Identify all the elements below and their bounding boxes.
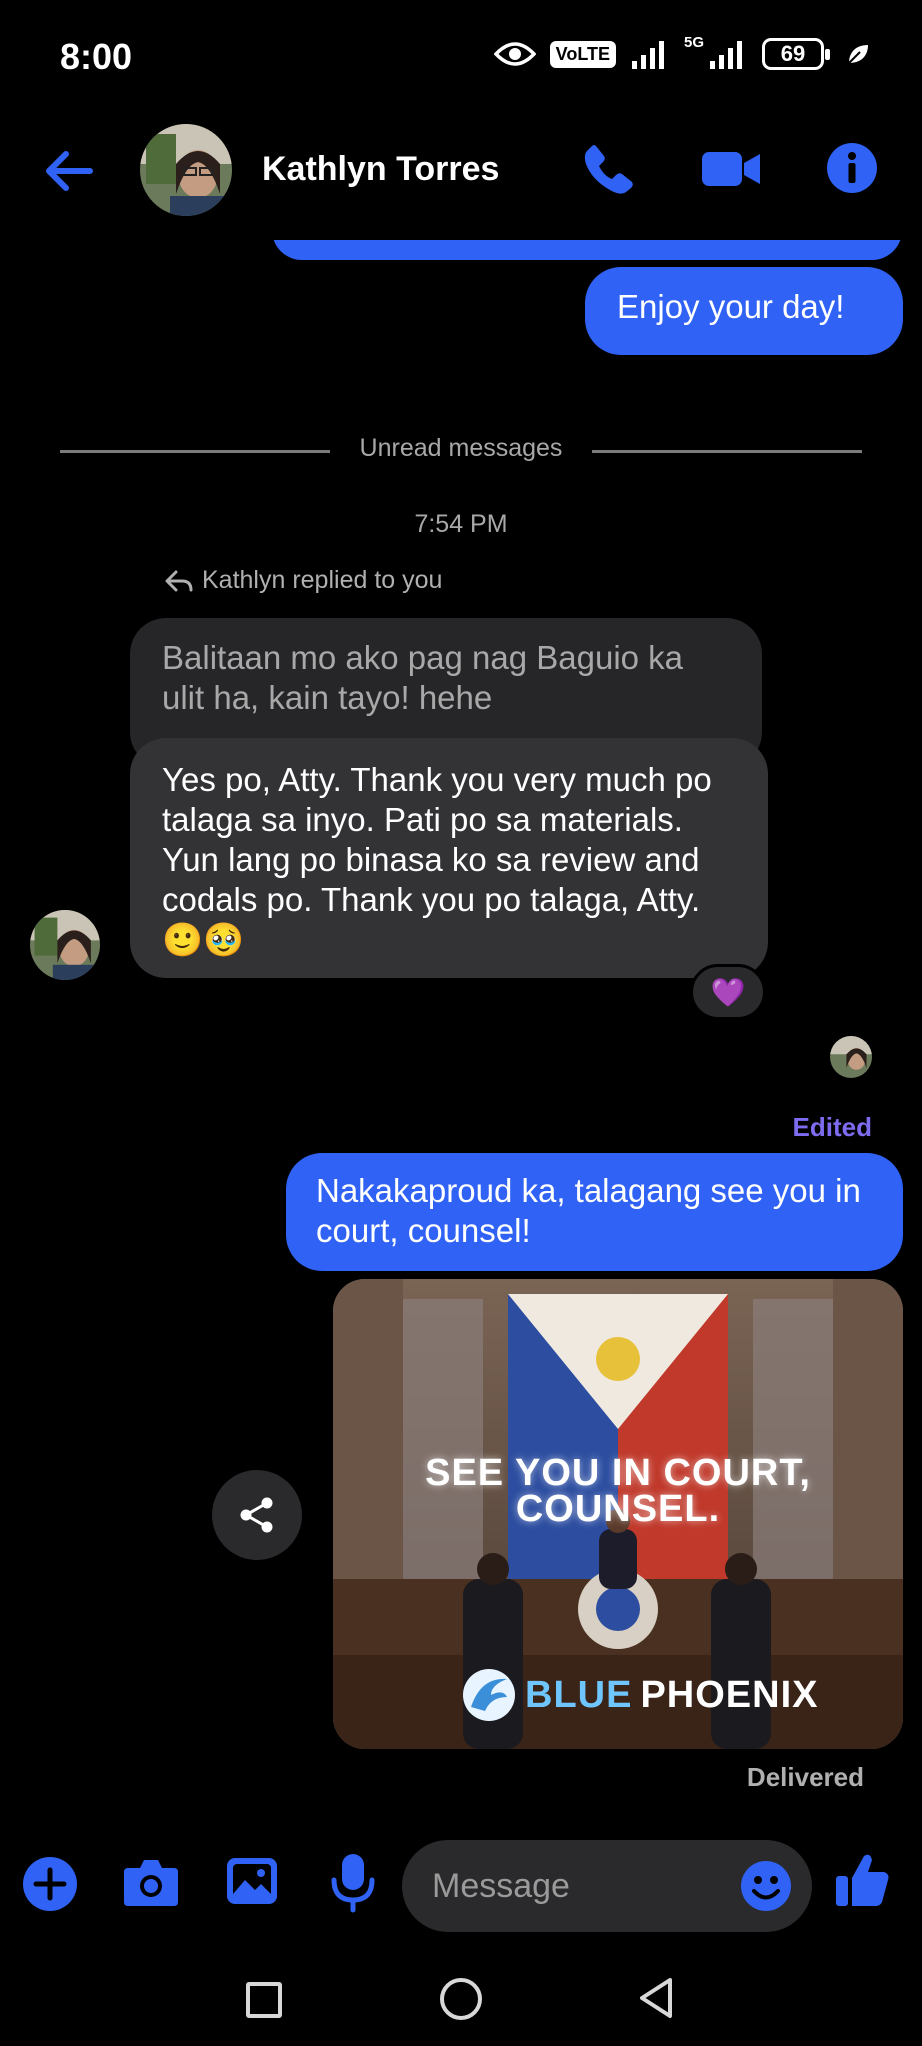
camera-icon[interactable] bbox=[122, 1856, 180, 1908]
brand-part2: PHOENIX bbox=[640, 1673, 819, 1716]
message-text: Nakakaproud ka, talagang see you in cour… bbox=[316, 1172, 861, 1249]
reply-info: Kathlyn replied to you bbox=[164, 566, 442, 595]
media-title: SEE YOU IN COURT, COUNSEL. bbox=[333, 1452, 903, 1530]
media-brand: BLUE PHOENIX bbox=[461, 1667, 819, 1723]
contact-avatar[interactable] bbox=[140, 124, 232, 216]
sender-avatar[interactable] bbox=[30, 910, 100, 980]
reply-icon bbox=[165, 570, 193, 591]
share-button[interactable] bbox=[212, 1470, 302, 1560]
chat-header: Kathlyn Torres bbox=[0, 110, 922, 230]
emoji-icon[interactable] bbox=[740, 1860, 792, 1912]
composer-bar bbox=[0, 1836, 922, 1936]
signal-5g-icon bbox=[710, 41, 742, 69]
avatar-photo bbox=[830, 1036, 872, 1078]
unread-divider-label: Unread messages bbox=[359, 434, 563, 462]
share-icon bbox=[240, 1497, 273, 1533]
system-nav-bar bbox=[0, 1946, 922, 2046]
recents-button[interactable] bbox=[246, 1982, 282, 2018]
avatar-photo bbox=[140, 124, 232, 216]
edited-label: Edited bbox=[792, 1112, 872, 1142]
divider-left bbox=[60, 450, 330, 453]
contact-name[interactable]: Kathlyn Torres bbox=[262, 150, 499, 189]
back-arrow-icon[interactable] bbox=[40, 146, 100, 196]
signal-icon bbox=[631, 41, 664, 69]
media-title-line2: COUNSEL. bbox=[515, 1488, 721, 1530]
shared-media-card[interactable]: SEE YOU IN COURT, COUNSEL. BLUE PHOENIX bbox=[333, 1279, 903, 1749]
battery-level: 69 bbox=[780, 41, 806, 66]
timestamp: 7:54 PM bbox=[414, 510, 508, 538]
sent-message-bubble[interactable]: Enjoy your day! bbox=[585, 267, 903, 355]
volte-badge: VoLTE bbox=[549, 40, 616, 68]
status-bar: 8:00 VoLTE 5G 69 bbox=[0, 0, 922, 110]
reaction-emoji: 💜 bbox=[710, 976, 746, 1008]
video-icon[interactable] bbox=[700, 146, 762, 192]
message-text: Enjoy your day! bbox=[617, 288, 845, 325]
brand-part1: BLUE bbox=[525, 1673, 633, 1716]
heart-reaction[interactable]: 💜 bbox=[690, 964, 766, 1020]
gallery-icon[interactable] bbox=[225, 1854, 279, 1908]
mic-icon[interactable] bbox=[330, 1852, 376, 1914]
leaf-icon bbox=[848, 45, 868, 64]
seen-avatar bbox=[830, 1036, 872, 1078]
home-button[interactable] bbox=[440, 1978, 482, 2020]
status-time: 8:00 bbox=[60, 36, 133, 77]
received-message-text: Yes po, Atty. Thank you very much po tal… bbox=[162, 761, 712, 958]
reply-info-text: Kathlyn replied to you bbox=[202, 566, 443, 594]
info-icon[interactable] bbox=[826, 142, 878, 194]
avatar-photo bbox=[30, 910, 100, 980]
received-message-bubble[interactable]: Yes po, Atty. Thank you very much po tal… bbox=[130, 738, 768, 978]
thumbs-up-icon[interactable] bbox=[834, 1850, 890, 1910]
status-icons: VoLTE 5G 69 bbox=[493, 34, 870, 70]
quoted-message-text: Balitaan mo ako pag nag Baguio ka ulit h… bbox=[162, 639, 684, 716]
plus-icon[interactable] bbox=[22, 1856, 78, 1912]
network-label: 5G bbox=[683, 34, 704, 51]
media-title-line1: SEE YOU IN COURT, bbox=[425, 1452, 811, 1494]
sent-message-bubble[interactable]: Nakakaproud ka, talagang see you in cour… bbox=[286, 1153, 903, 1271]
phone-icon[interactable] bbox=[582, 142, 636, 196]
battery-indicator: 69 bbox=[762, 38, 830, 70]
divider-right bbox=[592, 450, 862, 453]
eye-icon bbox=[493, 42, 536, 66]
delivered-label: Delivered bbox=[746, 1762, 864, 1792]
nav-back-icon[interactable] bbox=[636, 1976, 676, 2020]
phoenix-logo-icon bbox=[463, 1669, 515, 1721]
